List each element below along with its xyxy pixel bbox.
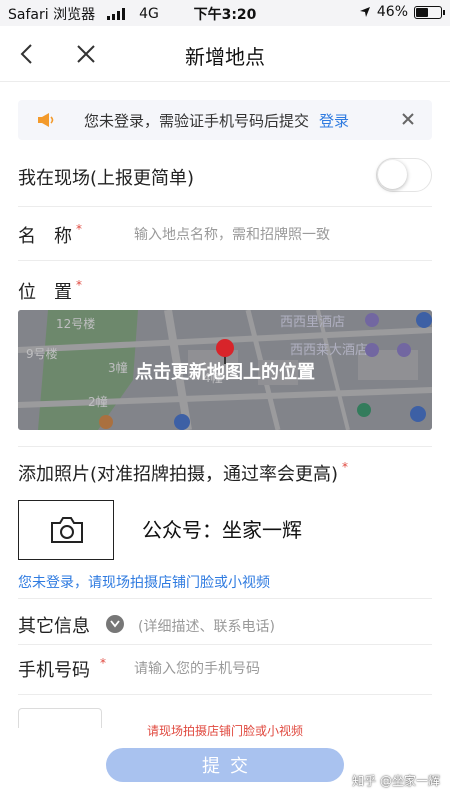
photo-label: 添加照片(对准招牌拍摄，通过率会更高) *: [18, 460, 348, 486]
location-label-text: 位 置: [18, 282, 72, 303]
location-arrow-icon: [359, 7, 370, 17]
required-mark: *: [100, 656, 106, 670]
expand-chevron-icon[interactable]: [106, 615, 124, 633]
phone-label: 手机号码 *: [18, 656, 106, 682]
location-label: 位 置 *: [18, 278, 82, 304]
status-bar: Safari 浏览器 4G 下午3:20 46%: [0, 0, 450, 26]
divider: [18, 598, 432, 599]
on-site-label: 我在现场(上报更简单): [18, 168, 195, 189]
banner-close-icon[interactable]: [400, 111, 416, 127]
name-input[interactable]: 输入地点名称，需和招牌照一致: [134, 224, 330, 244]
megaphone-icon: [38, 113, 54, 127]
required-mark: *: [76, 278, 82, 292]
required-mark: *: [76, 222, 82, 236]
location-map[interactable]: 12号楼 9号楼 3幢 2幢 4幢 西西里酒店 西西莱大酒店 点击更新地图上的位…: [18, 310, 432, 430]
camera-icon: [51, 517, 83, 543]
submit-button[interactable]: 提交: [106, 748, 344, 782]
photo-label-text: 添加照片(对准招牌拍摄，通过率会更高): [18, 464, 339, 485]
phone-label-text: 手机号码: [18, 660, 90, 681]
divider: [18, 644, 432, 645]
battery-fill: [416, 7, 428, 17]
on-site-toggle[interactable]: [376, 158, 432, 192]
nav-bar: 新增地点: [0, 26, 450, 82]
phone-input[interactable]: 请输入您的手机号码: [134, 658, 260, 678]
map-overlay-text: 点击更新地图上的位置: [135, 362, 315, 383]
login-banner: 您未登录，需验证手机号码后提交 登录: [18, 100, 432, 140]
battery-icon: [414, 5, 445, 19]
submit-error-hint: 请现场拍摄店铺门脸或小视频: [146, 724, 303, 738]
login-link[interactable]: 登录: [319, 110, 349, 131]
name-label-text: 名 称: [18, 226, 72, 247]
required-mark: *: [342, 460, 349, 474]
page-title: 新增地点: [185, 45, 265, 69]
corner-watermark: 知乎 @坐家一辉: [352, 774, 440, 788]
name-label: 名 称 *: [18, 222, 82, 248]
toggle-knob: [378, 160, 407, 189]
divider: [18, 694, 432, 695]
add-photo-button[interactable]: [18, 500, 114, 560]
divider: [18, 260, 432, 261]
battery-percent: 46%: [376, 4, 408, 20]
other-info-label: 其它信息: [18, 616, 90, 637]
login-banner-message: 您未登录，需验证手机号码后提交: [84, 111, 310, 130]
other-info-hint: (详细描述、联系电话): [138, 619, 275, 635]
divider: [18, 446, 432, 447]
photo-login-hint[interactable]: 您未登录，请现场拍摄店铺门脸或小视频: [18, 572, 270, 592]
divider: [18, 206, 432, 207]
photo-watermark: 公众号：坐家一辉: [142, 518, 302, 542]
